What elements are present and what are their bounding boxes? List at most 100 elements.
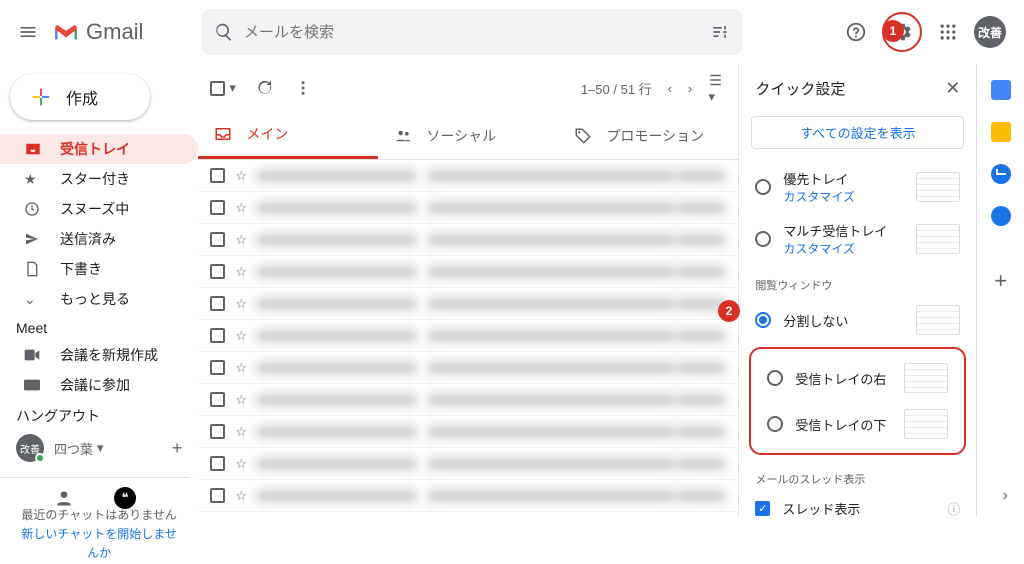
layout-thumb bbox=[916, 172, 960, 202]
gmail-logo[interactable]: Gmail bbox=[52, 19, 192, 45]
search-options-icon[interactable] bbox=[710, 22, 730, 42]
layout-thumb bbox=[904, 363, 948, 393]
chevron-down-icon: ▾ bbox=[229, 80, 236, 96]
tag-icon bbox=[574, 127, 592, 145]
chat-start-link[interactable]: 新しいチャットを開始しませんか bbox=[20, 525, 178, 563]
see-all-settings-button[interactable]: すべての設定を表示 bbox=[751, 116, 964, 149]
inboxtype-priority[interactable]: 優先トレイ カスタマイズ bbox=[739, 161, 976, 213]
tab-primary[interactable]: メイン bbox=[198, 112, 378, 159]
hangout-add-icon[interactable]: + bbox=[172, 438, 183, 459]
close-button[interactable]: ✕ bbox=[945, 78, 960, 99]
meet-join[interactable]: 会議に参加 bbox=[0, 370, 198, 400]
nav-drafts[interactable]: 下書き bbox=[0, 254, 198, 284]
mail-row[interactable]: ☆ bbox=[198, 288, 738, 320]
hamburger-icon bbox=[18, 22, 38, 42]
search-icon bbox=[214, 22, 234, 42]
mail-row[interactable]: ☆ bbox=[198, 256, 738, 288]
page-range: 1–50 / 51 行 bbox=[581, 79, 652, 98]
inboxtype-multi[interactable]: マルチ受信トレイ カスタマイズ bbox=[739, 213, 976, 265]
help-icon[interactable]: ⓘ bbox=[947, 499, 960, 517]
radio-icon bbox=[755, 231, 771, 247]
contacts-addon[interactable] bbox=[991, 206, 1011, 226]
thread-toggle[interactable]: ✓ スレッド表示 ⓘ bbox=[739, 491, 976, 517]
radio-icon bbox=[767, 370, 783, 386]
readingpane-right[interactable]: 受信トレイの右 bbox=[751, 355, 964, 401]
readingpane-nosplit[interactable]: 分割しない bbox=[739, 297, 976, 343]
clock-icon bbox=[24, 201, 42, 217]
checkbox-icon bbox=[210, 81, 225, 96]
apps-grid-icon bbox=[938, 22, 958, 42]
thread-section-label: メールのスレッド表示 bbox=[739, 459, 976, 491]
readingpane-below[interactable]: 受信トレイの下 bbox=[751, 401, 964, 447]
mail-row[interactable]: ☆ bbox=[198, 224, 738, 256]
prev-page-button[interactable]: ‹ bbox=[668, 81, 672, 96]
help-icon bbox=[845, 21, 867, 43]
quick-settings-panel: クイック設定 ✕ すべての設定を表示 優先トレイ カスタマイズ マルチ受信トレイ… bbox=[738, 64, 976, 517]
select-all[interactable]: ▾ bbox=[210, 80, 236, 96]
mail-row[interactable]: ☆ bbox=[198, 160, 738, 192]
inbox-icon bbox=[24, 140, 42, 158]
hide-panel-button[interactable]: › bbox=[1003, 487, 1008, 505]
mail-row[interactable]: ☆ bbox=[198, 192, 738, 224]
support-button[interactable] bbox=[836, 12, 876, 52]
tasks-addon[interactable] bbox=[991, 164, 1011, 184]
chevron-down-icon: ⌄ bbox=[24, 291, 42, 308]
nav-sent[interactable]: 送信済み bbox=[0, 224, 198, 254]
nav-more[interactable]: ⌄ もっと見る bbox=[0, 284, 198, 314]
search-input[interactable] bbox=[244, 24, 710, 41]
refresh-button[interactable] bbox=[256, 79, 274, 97]
hangout-account[interactable]: 改善 四つ葉 ▾ + bbox=[0, 430, 198, 466]
calendar-addon[interactable] bbox=[991, 80, 1011, 100]
plus-icon bbox=[30, 86, 52, 108]
search-bar[interactable] bbox=[202, 9, 742, 55]
nav-starred[interactable]: ★ スター付き bbox=[0, 164, 198, 194]
more-button[interactable] bbox=[294, 79, 312, 97]
apps-button[interactable] bbox=[928, 12, 968, 52]
get-addons-button[interactable]: + bbox=[994, 268, 1007, 294]
footer-person-icon[interactable] bbox=[54, 488, 74, 508]
video-icon bbox=[24, 349, 42, 361]
account-avatar[interactable]: 改善 bbox=[974, 16, 1006, 48]
layout-thumb bbox=[916, 224, 960, 254]
presence-dot bbox=[35, 453, 45, 463]
density-button[interactable]: ▾ bbox=[708, 71, 726, 105]
gmail-m-icon bbox=[52, 21, 80, 43]
side-panel: + › bbox=[976, 64, 1024, 517]
layout-thumb bbox=[904, 409, 948, 439]
small-avatar: 改善 bbox=[16, 434, 44, 462]
meet-section-title: Meet bbox=[0, 314, 198, 340]
customize-link[interactable]: カスタマイズ bbox=[783, 188, 904, 205]
next-page-button[interactable]: › bbox=[688, 81, 692, 96]
annotation-1: 1 bbox=[882, 20, 904, 42]
mail-row[interactable]: ☆ bbox=[198, 416, 738, 448]
mail-row[interactable]: ☆ bbox=[198, 384, 738, 416]
footer-chat-icon[interactable]: ❝ bbox=[114, 487, 136, 509]
reading-pane-label: 閲覧ウィンドウ bbox=[739, 265, 976, 297]
keep-addon[interactable] bbox=[991, 122, 1011, 142]
mail-row[interactable]: ☆ bbox=[198, 352, 738, 384]
people-icon bbox=[394, 127, 412, 145]
radio-icon bbox=[755, 312, 771, 328]
layout-thumb bbox=[916, 305, 960, 335]
checkbox-icon: ✓ bbox=[755, 501, 770, 516]
mail-row[interactable]: ☆ bbox=[198, 448, 738, 480]
gmail-wordmark: Gmail bbox=[86, 19, 143, 45]
mail-row[interactable]: ☆ bbox=[198, 480, 738, 512]
compose-button[interactable]: 作成 bbox=[10, 74, 150, 120]
meet-new[interactable]: 会議を新規作成 bbox=[0, 340, 198, 370]
main-menu-button[interactable] bbox=[8, 12, 48, 52]
hangout-section-title: ハングアウト bbox=[0, 400, 198, 430]
mail-row[interactable]: ☆ bbox=[198, 320, 738, 352]
radio-icon bbox=[767, 416, 783, 432]
quick-settings-title: クイック設定 bbox=[755, 78, 845, 99]
draft-icon bbox=[24, 261, 42, 277]
nav-inbox[interactable]: 受信トレイ bbox=[0, 134, 198, 164]
inbox-tab-icon bbox=[214, 125, 232, 143]
customize-link[interactable]: カスタマイズ bbox=[783, 240, 904, 257]
compose-label: 作成 bbox=[66, 85, 98, 109]
send-icon bbox=[24, 231, 42, 247]
tab-social[interactable]: ソーシャル bbox=[378, 112, 558, 159]
tab-promotions[interactable]: プロモーション bbox=[558, 112, 738, 159]
nav-snoozed[interactable]: スヌーズ中 bbox=[0, 194, 198, 224]
mail-toolbar: ▾ 1–50 / 51 行 ‹ › ▾ bbox=[198, 64, 738, 112]
